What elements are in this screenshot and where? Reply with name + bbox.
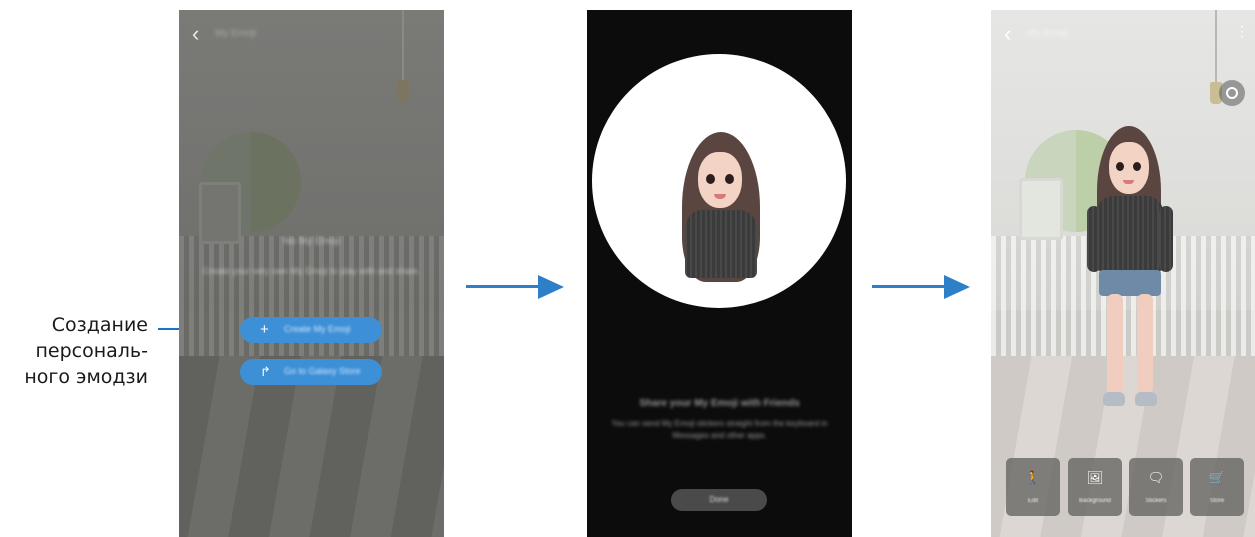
edit-label: Edit [1027,498,1039,504]
avatar-shoe-right [1135,392,1157,406]
avatar-leg-left [1107,294,1123,394]
lamp-cord [1215,10,1217,84]
callout-line-2: персональ- [35,340,148,362]
share-description: You can send My Emoji stickers straight … [611,419,828,440]
flow-arrow-2 [872,285,946,288]
screen-title: My Emoji [1027,28,1069,39]
plus-icon: + [260,321,269,338]
image-icon: 🖼 [1086,470,1104,485]
flow-arrow-1 [466,285,540,288]
stickers-label: Stickers [1145,498,1167,504]
mirror-frame [199,182,241,244]
avatar-sweater [1097,196,1163,272]
store-button[interactable]: 🛒 Store [1190,458,1244,516]
lamp-icon [397,80,409,102]
avatar-sweater [685,210,757,278]
screen-my-emoji-home: ‹ My Emoji ⋮ 🚶 Edit 🖼 Background 🗨 Stick… [991,10,1255,537]
cart-icon: 🛒 [1208,470,1226,485]
share-heading: Share your My Emoji with Friends [639,398,800,409]
avatar-face [698,152,742,208]
background-button[interactable]: 🖼 Background [1068,458,1122,516]
lamp-cord [402,10,404,82]
empty-description: Create your very own My Emoji to play wi… [202,266,421,276]
back-arrow-icon[interactable]: ‹ [1004,23,1011,45]
avatar-shoe-left [1103,392,1125,406]
screen-no-emoji: ‹ My Emoji No My Emoji Create your very … [179,10,444,537]
back-arrow-icon[interactable]: ‹ [192,23,199,45]
avatar-leg-right [1137,294,1153,394]
done-button[interactable]: Done [671,489,767,511]
callout-line-1: Создание [51,314,148,336]
flow-arrowhead-1 [538,275,564,299]
avatar-shorts [1099,270,1161,296]
background-label: Background [1078,498,1112,504]
share-arrow-icon: ↱ [260,364,271,379]
callout-line-3: ного эмодзи [24,366,148,388]
ar-camera-button[interactable] [1219,80,1245,106]
camera-icon [1226,87,1238,99]
create-emoji-label: Create My Emoji [284,324,351,334]
screen-title: My Emoji [215,28,257,39]
sticker-icon: 🗨 [1147,470,1165,485]
person-icon: 🚶 [1024,470,1042,485]
done-label: Done [709,495,729,504]
edit-button[interactable]: 🚶 Edit [1006,458,1060,516]
store-label: Store [1209,498,1225,504]
stickers-button[interactable]: 🗨 Stickers [1129,458,1183,516]
create-emoji-button[interactable]: + Create My Emoji [240,317,382,343]
callout-label: Создание персональ- ного эмодзи [0,312,148,390]
avatar-face [1109,142,1149,194]
galaxy-store-label: Go to Galaxy Store [284,366,361,376]
more-options-icon[interactable]: ⋮ [1235,24,1249,38]
empty-heading: No My Emoji [283,236,340,247]
flow-arrowhead-2 [944,275,970,299]
screen-emoji-created: Share your My Emoji with Friends You can… [587,10,852,537]
galaxy-store-button[interactable]: ↱ Go to Galaxy Store [240,359,382,385]
mirror-frame [1019,178,1063,240]
